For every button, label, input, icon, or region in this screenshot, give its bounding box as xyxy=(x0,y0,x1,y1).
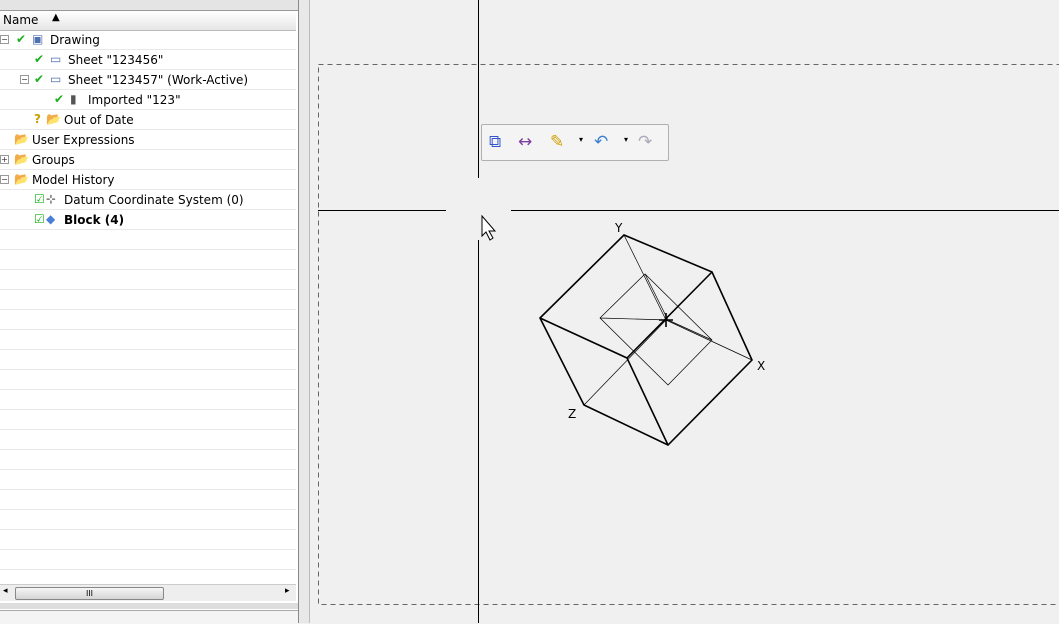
redo-icon[interactable]: ↷ xyxy=(638,132,652,152)
axis-label-y: Y xyxy=(614,221,623,235)
view-popup-toolbar: ⧉ ↔ ✎ ▾ ↶ ▾ ↷ xyxy=(481,124,669,161)
dropdown-arrow-icon[interactable]: ▾ xyxy=(624,135,628,144)
view-layout-icon[interactable]: ⧉ xyxy=(489,132,501,152)
axis-label-z: Z xyxy=(568,407,576,421)
dropdown-arrow-icon[interactable]: ▾ xyxy=(579,135,583,144)
drawing-sheet-border xyxy=(319,65,1059,605)
undo-icon[interactable]: ↶ xyxy=(594,132,608,152)
paint-brush-icon[interactable]: ✎ xyxy=(550,132,564,152)
cursor-arrow-icon xyxy=(482,216,495,240)
measure-distance-icon[interactable]: ↔ xyxy=(518,132,532,152)
axis-label-x: X xyxy=(757,359,765,373)
graphics-canvas[interactable]: Y X Z xyxy=(0,0,1059,623)
